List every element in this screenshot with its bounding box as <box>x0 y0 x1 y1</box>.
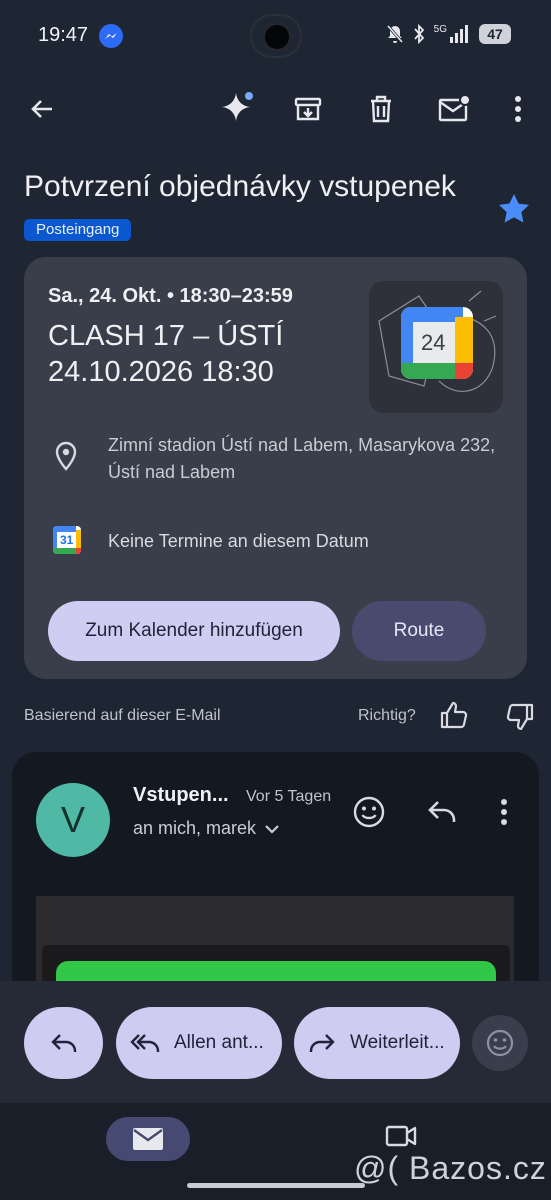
emoji-reaction-icon[interactable] <box>352 795 386 829</box>
calendar-illustration-day: 24 <box>421 330 446 355</box>
video-camera-icon <box>385 1125 417 1147</box>
reply-icon[interactable] <box>426 798 458 826</box>
camera-cutout <box>250 14 302 58</box>
smart-summary-source: Basierend auf dieser E-Mail <box>24 707 221 724</box>
recipients-toggle[interactable]: an mich, marek <box>133 818 280 839</box>
google-calendar-icon-day: 31 <box>60 533 74 547</box>
nav-meet-tab[interactable] <box>384 1122 418 1150</box>
avatar[interactable]: V <box>36 783 110 857</box>
delete-icon[interactable] <box>359 87 403 131</box>
battery-indicator: 47 <box>479 24 511 44</box>
emoji-reaction-button[interactable] <box>472 1015 528 1071</box>
thumbs-up-icon[interactable] <box>439 700 469 730</box>
feedback-question: Richtig? <box>358 707 416 724</box>
mark-unread-icon[interactable] <box>432 87 476 131</box>
message-time: Vor 5 Tagen <box>246 788 332 805</box>
status-time: 19:47 <box>38 24 89 46</box>
reply-all-button[interactable]: Allen ant... <box>116 1007 282 1079</box>
forward-button[interactable]: Weiterleit... <box>294 1007 460 1079</box>
back-arrow-icon[interactable] <box>20 87 64 131</box>
nav-mail-tab[interactable] <box>106 1117 190 1161</box>
status-icons: 5G 47 <box>386 24 511 44</box>
reply-all-label: Allen ant... <box>174 1032 264 1053</box>
sender-name[interactable]: Vstupen... <box>133 784 229 807</box>
recipients-label: an mich, marek <box>133 818 257 838</box>
more-vert-icon[interactable] <box>496 87 540 131</box>
add-to-calendar-button[interactable]: Zum Kalender hinzufügen <box>48 601 340 661</box>
gemini-sparkle-icon[interactable] <box>214 87 258 131</box>
forward-icon <box>309 1034 335 1052</box>
calendar-illustration: 24 <box>369 281 503 413</box>
network-type: 5G <box>433 23 447 35</box>
event-datetime: Sa., 24. Okt. • 18:30–23:59 <box>48 285 293 307</box>
watermark: @( Bazos.cz <box>354 1150 547 1186</box>
signal-icon <box>450 25 468 43</box>
chevron-down-icon <box>265 824 279 834</box>
star-icon[interactable] <box>497 192 531 224</box>
calendar-conflict-status: Keine Termine an diesem Datum <box>108 531 369 551</box>
mute-icon <box>386 25 403 43</box>
email-subject: Potvrzení objednávky vstupenek <box>24 170 456 203</box>
gesture-navigation-bar[interactable] <box>187 1183 365 1188</box>
event-title: CLASH 17 – ÚSTÍ 24.10.2026 18:30 <box>48 320 284 388</box>
mail-icon <box>133 1128 163 1150</box>
reply-button[interactable] <box>24 1007 103 1079</box>
forward-label: Weiterleit... <box>350 1032 445 1053</box>
route-button[interactable]: Route <box>352 601 486 661</box>
google-calendar-icon: 31 <box>52 525 82 555</box>
thumbs-down-icon[interactable] <box>505 702 535 732</box>
archive-icon[interactable] <box>286 87 330 131</box>
reply-all-icon <box>130 1034 160 1052</box>
messenger-notification-icon <box>99 24 123 48</box>
location-pin-icon <box>52 441 80 471</box>
bluetooth-icon <box>413 24 424 44</box>
event-location[interactable]: Zimní stadion Ústí nad Labem, Masarykova… <box>108 432 498 486</box>
emoji-icon <box>486 1029 514 1057</box>
message-more-icon[interactable] <box>500 798 508 826</box>
reply-icon <box>50 1034 76 1052</box>
inbox-label-chip[interactable]: Posteingang <box>24 219 132 241</box>
